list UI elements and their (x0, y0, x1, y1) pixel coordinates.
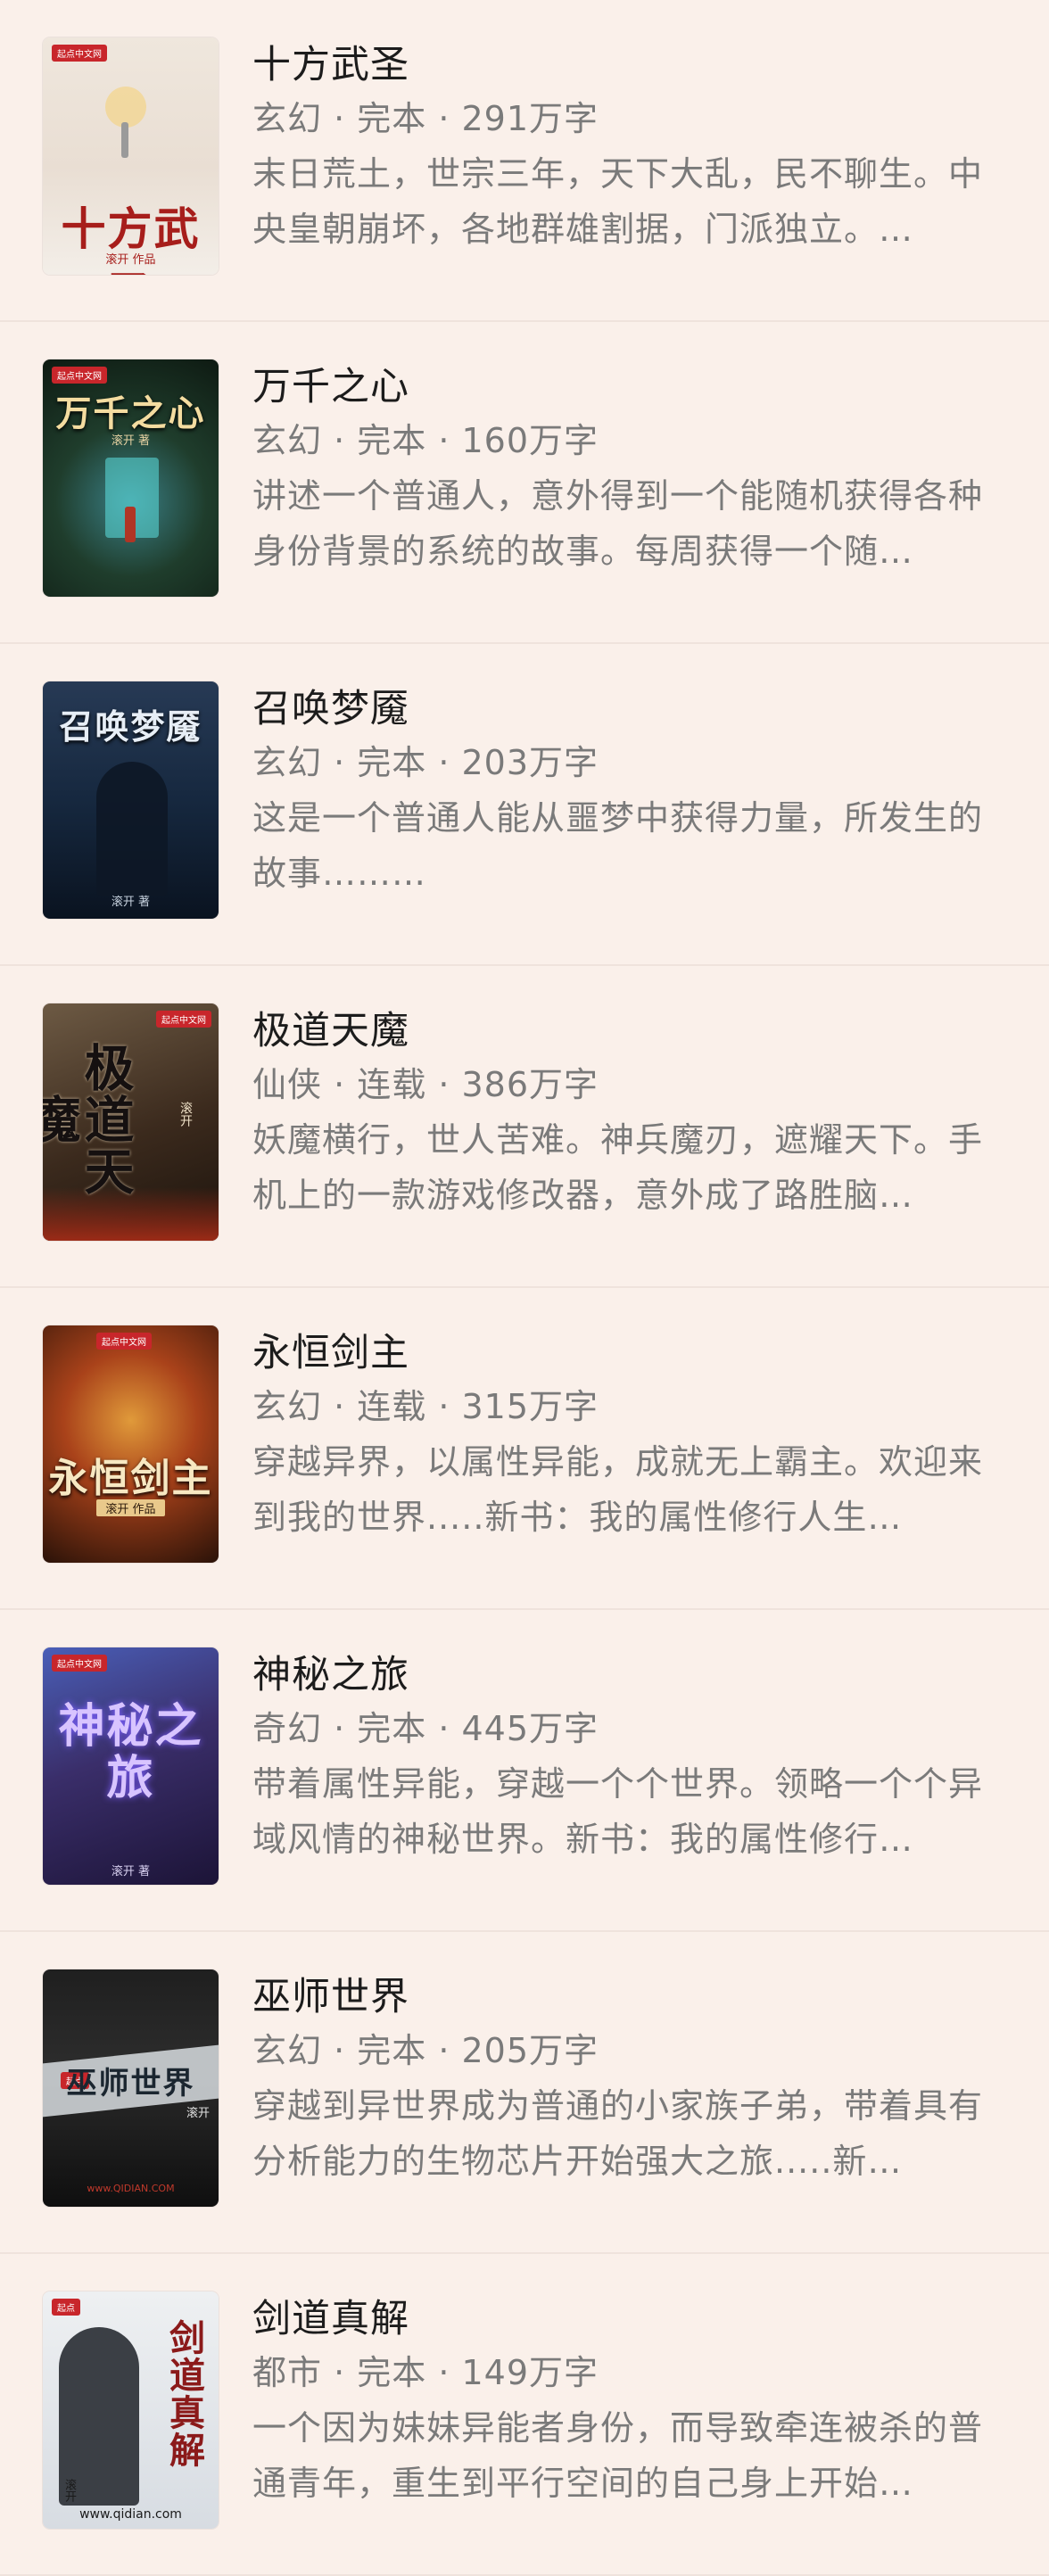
book-meta: 玄幻 · 连载 · 315万字 (252, 1387, 599, 1426)
book-info: 剑道真解 都市 · 完本 · 149万字 一个因为妹妹异能者身份，而导致牵连被杀… (252, 2291, 1049, 2511)
publisher-badge: 起点中文网 (96, 1333, 152, 1350)
cover-title: 万千之心 (55, 392, 206, 434)
cover-author: 滚开 著 (111, 896, 151, 909)
book-description: 妖魔横行，世人苦难。神兵魔刃，遮耀天下。手机上的一款游戏修改器，意外成了路胜脑… (252, 1120, 984, 1215)
figure-icon (121, 122, 128, 158)
book-title[interactable]: 十方武圣 (252, 43, 1013, 87)
book-description: 讲述一个普通人，意外得到一个能随机获得各种身份背景的系统的故事。每周获得一个随… (252, 476, 984, 571)
book-item[interactable]: 起点中文网 神秘之旅 滚开 著 神秘之旅 奇幻 · 完本 · 445万字 带着属… (0, 1610, 1049, 1932)
book-meta: 玄幻 · 完本 · 291万字 (252, 99, 599, 138)
book-meta: 奇幻 · 完本 · 445万字 (252, 1709, 599, 1748)
book-title[interactable]: 巫师世界 (252, 1975, 1013, 2019)
book-title[interactable]: 神秘之旅 (252, 1653, 1013, 1697)
book-title[interactable]: 万千之心 (252, 365, 1013, 409)
figure-icon (125, 507, 136, 542)
cover-author: 滚开 著 (111, 1865, 151, 1878)
book-meta: 仙侠 · 连载 · 386万字 (252, 1065, 599, 1104)
publisher-badge: 起点中文网 (156, 1011, 211, 1028)
cover-site: www.QIDIAN.COM (87, 2183, 175, 2194)
cover-author: 滚开 (62, 2479, 76, 2502)
book-item[interactable]: 起点中文网 极道天魔 滚开 极道天魔 仙侠 · 连载 · 386万字 妖魔横行，… (0, 966, 1049, 1288)
book-info: 极道天魔 仙侠 · 连载 · 386万字 妖魔横行，世人苦难。神兵魔刃，遮耀天下… (252, 1003, 1049, 1223)
book-title[interactable]: 永恒剑主 (252, 1331, 1013, 1375)
book-info: 万千之心 玄幻 · 完本 · 160万字 讲述一个普通人，意外得到一个能随机获得… (252, 359, 1049, 579)
book-description: 穿越异界，以属性异能，成就无上霸主。欢迎来到我的世界.....新书：我的属性修行… (252, 1442, 984, 1537)
publisher-badge: 起点 (52, 2299, 80, 2316)
book-description: 一个因为妹妹异能者身份，而导致牵连被杀的普通青年，重生到平行空间的自己身上开始… (252, 2408, 984, 2503)
book-info: 神秘之旅 奇幻 · 完本 · 445万字 带着属性异能，穿越一个个世界。领略一个… (252, 1647, 1049, 1867)
book-description: 带着属性异能，穿越一个个世界。领略一个个异域风情的神秘世界。新书：我的属性修行… (252, 1764, 984, 1859)
cover-author: 滚开 著 (111, 434, 151, 448)
book-cover[interactable]: 召唤梦魇 滚开 著 (43, 681, 219, 919)
book-title[interactable]: 极道天魔 (252, 1009, 1013, 1053)
cover-title: 剑道真解 (163, 2319, 205, 2469)
cover-site: www.qidian.com (79, 2507, 182, 2522)
book-meta: 玄幻 · 完本 · 160万字 (252, 421, 599, 460)
book-meta: 玄幻 · 完本 · 203万字 (252, 743, 599, 782)
book-info: 召唤梦魇 玄幻 · 完本 · 203万字 这是一个普通人能从噩梦中获得力量，所发… (252, 681, 1049, 901)
cover-author: 滚开 作品 (96, 1499, 165, 1516)
publisher-badge: 起点中文网 (52, 45, 107, 62)
cover-title: 巫师世界 (66, 2066, 195, 2101)
book-title[interactable]: 召唤梦魇 (252, 687, 1013, 731)
book-item[interactable]: 起点中文网 十方武圣 滚开 作品 十方武圣 玄幻 · 完本 · 291万字 末日… (0, 0, 1049, 322)
book-item[interactable]: 召唤梦魇 滚开 著 召唤梦魇 玄幻 · 完本 · 203万字 这是一个普通人能从… (0, 644, 1049, 966)
book-item[interactable]: 起点 剑道真解 滚开 www.qidian.com 剑道真解 都市 · 完本 ·… (0, 2254, 1049, 2576)
cover-author: 滚开 (178, 1102, 193, 1127)
book-meta: 玄幻 · 完本 · 205万字 (252, 2031, 599, 2070)
book-info: 永恒剑主 玄幻 · 连载 · 315万字 穿越异界，以属性异能，成就无上霸主。欢… (252, 1325, 1049, 1545)
book-info: 巫师世界 玄幻 · 完本 · 205万字 穿越到异世界成为普通的小家族子弟，带着… (252, 1969, 1049, 2189)
book-info: 十方武圣 玄幻 · 完本 · 291万字 末日荒土，世宗三年，天下大乱，民不聊生… (252, 37, 1049, 257)
cover-title: 神秘之旅 (58, 1699, 203, 1805)
cover-title: 极道天魔 (43, 1042, 135, 1197)
book-cover[interactable]: 起点中文网 极道天魔 滚开 (43, 1003, 219, 1241)
figure-icon (96, 762, 168, 896)
book-description: 这是一个普通人能从噩梦中获得力量，所发生的故事……… (252, 798, 984, 893)
book-list: 起点中文网 十方武圣 滚开 作品 十方武圣 玄幻 · 完本 · 291万字 末日… (0, 0, 1049, 2576)
book-cover[interactable]: 起点中文网 十方武圣 滚开 作品 (43, 37, 219, 275)
book-cover[interactable]: 起点中文网 永恒剑主 滚开 作品 (43, 1325, 219, 1563)
book-cover[interactable]: 起点 巫师世界 滚开 www.QIDIAN.COM (43, 1969, 219, 2207)
book-description: 末日荒土，世宗三年，天下大乱，民不聊生。中央皇朝崩坏，各地群雄割据，门派独立。… (252, 154, 984, 249)
cover-author: 滚开 作品 (105, 253, 156, 267)
cover-author: 滚开 (186, 2107, 210, 2120)
book-description: 穿越到异世界成为普通的小家族子弟，带着具有分析能力的生物芯片开始强大之旅....… (252, 2086, 984, 2181)
book-title[interactable]: 剑道真解 (252, 2297, 1013, 2341)
cover-title: 召唤梦魇 (59, 706, 202, 747)
book-item[interactable]: 起点 巫师世界 滚开 www.QIDIAN.COM 巫师世界 玄幻 · 完本 ·… (0, 1932, 1049, 2254)
publisher-badge: 起点中文网 (52, 1655, 107, 1672)
book-cover[interactable]: 起点中文网 万千之心 滚开 著 (43, 359, 219, 597)
publisher-badge: 起点中文网 (52, 367, 107, 384)
cover-title: 永恒剑主 (48, 1456, 213, 1501)
book-cover[interactable]: 起点中文网 神秘之旅 滚开 著 (43, 1647, 219, 1885)
book-cover[interactable]: 起点 剑道真解 滚开 www.qidian.com (43, 2291, 219, 2529)
book-item[interactable]: 起点中文网 万千之心 滚开 著 万千之心 玄幻 · 完本 · 160万字 讲述一… (0, 322, 1049, 644)
book-meta: 都市 · 完本 · 149万字 (252, 2353, 599, 2392)
book-item[interactable]: 起点中文网 永恒剑主 滚开 作品 永恒剑主 玄幻 · 连载 · 315万字 穿越… (0, 1288, 1049, 1610)
